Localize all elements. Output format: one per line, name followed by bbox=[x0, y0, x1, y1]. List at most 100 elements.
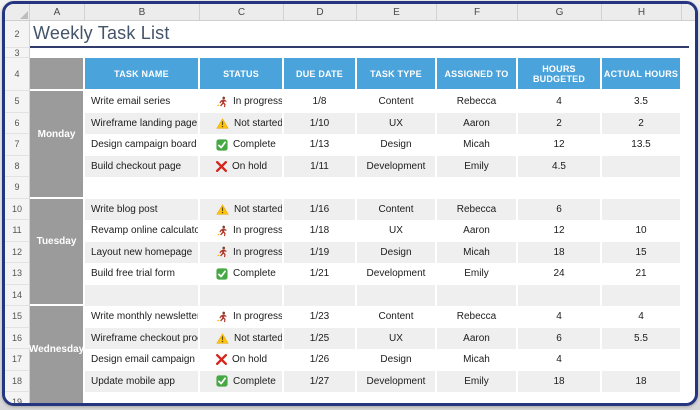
row-number[interactable]: 17 bbox=[5, 349, 30, 371]
actual-hours-cell[interactable]: 4 bbox=[602, 306, 682, 328]
hours-budgeted-cell[interactable]: 6 bbox=[518, 328, 602, 350]
due-date-cell[interactable]: 1/18 bbox=[284, 220, 357, 242]
task-name-cell[interactable]: Build free trial form bbox=[85, 263, 200, 285]
actual-hours-cell[interactable] bbox=[602, 349, 682, 371]
hours-budgeted-cell[interactable]: 18 bbox=[518, 242, 602, 264]
day-group-wednesday[interactable]: Wednesday bbox=[30, 306, 85, 406]
due-date-cell[interactable]: 1/21 bbox=[284, 263, 357, 285]
status-cell[interactable]: In progress bbox=[200, 91, 284, 113]
hours-budgeted-cell[interactable]: 12 bbox=[518, 134, 602, 156]
status-cell[interactable]: Complete bbox=[200, 263, 284, 285]
empty-cell[interactable] bbox=[85, 177, 200, 199]
column-letter[interactable]: E bbox=[357, 4, 437, 20]
empty-cell[interactable] bbox=[200, 392, 284, 406]
day-group-tuesday[interactable]: Tuesday bbox=[30, 199, 85, 305]
table-column-header[interactable]: ACTUAL HOURS bbox=[602, 58, 682, 91]
row-number[interactable]: 11 bbox=[5, 220, 30, 242]
table-column-header[interactable]: TASK TYPE bbox=[357, 58, 437, 91]
hours-budgeted-cell[interactable]: 4 bbox=[518, 91, 602, 113]
task-name-cell[interactable]: Wireframe checkout process bbox=[85, 328, 200, 350]
task-name-cell[interactable]: Write email series bbox=[85, 91, 200, 113]
empty-cell[interactable] bbox=[602, 177, 682, 199]
row-number[interactable]: 18 bbox=[5, 371, 30, 393]
empty-cell[interactable] bbox=[284, 177, 357, 199]
actual-hours-cell[interactable]: 3.5 bbox=[602, 91, 682, 113]
empty-cell[interactable] bbox=[518, 285, 602, 307]
task-type-cell[interactable]: Design bbox=[357, 349, 437, 371]
status-cell[interactable]: On hold bbox=[200, 349, 284, 371]
assigned-to-cell[interactable]: Emily bbox=[437, 263, 518, 285]
actual-hours-cell[interactable]: 13.5 bbox=[602, 134, 682, 156]
assigned-to-cell[interactable]: Rebecca bbox=[437, 306, 518, 328]
hours-budgeted-cell[interactable]: 4 bbox=[518, 349, 602, 371]
empty-cell[interactable] bbox=[518, 392, 602, 406]
empty-cell[interactable] bbox=[284, 392, 357, 406]
task-type-cell[interactable]: Design bbox=[357, 242, 437, 264]
row-number[interactable]: 15 bbox=[5, 306, 30, 328]
hours-budgeted-cell[interactable]: 24 bbox=[518, 263, 602, 285]
actual-hours-cell[interactable]: 2 bbox=[602, 113, 682, 135]
task-type-cell[interactable]: Content bbox=[357, 199, 437, 221]
due-date-cell[interactable]: 1/16 bbox=[284, 199, 357, 221]
row-number[interactable]: 13 bbox=[5, 263, 30, 285]
task-name-cell[interactable]: Build checkout page bbox=[85, 156, 200, 178]
hours-budgeted-cell[interactable]: 18 bbox=[518, 371, 602, 393]
empty-cell[interactable] bbox=[357, 392, 437, 406]
row-number[interactable]: 2 bbox=[5, 21, 30, 48]
table-column-header[interactable]: DUE DATE bbox=[284, 58, 357, 91]
status-cell[interactable]: Not started bbox=[200, 113, 284, 135]
assigned-to-cell[interactable]: Aaron bbox=[437, 113, 518, 135]
due-date-cell[interactable]: 1/11 bbox=[284, 156, 357, 178]
task-name-cell[interactable]: Wireframe landing page bbox=[85, 113, 200, 135]
task-name-cell[interactable]: Design email campaign bbox=[85, 349, 200, 371]
task-name-cell[interactable]: Revamp online calculator bbox=[85, 220, 200, 242]
due-date-cell[interactable]: 1/13 bbox=[284, 134, 357, 156]
assigned-to-cell[interactable]: Emily bbox=[437, 156, 518, 178]
task-type-cell[interactable]: UX bbox=[357, 328, 437, 350]
empty-cell[interactable] bbox=[437, 392, 518, 406]
status-cell[interactable]: Complete bbox=[200, 371, 284, 393]
task-type-cell[interactable]: Development bbox=[357, 156, 437, 178]
empty-cell[interactable] bbox=[602, 392, 682, 406]
due-date-cell[interactable]: 1/10 bbox=[284, 113, 357, 135]
empty-cell[interactable] bbox=[200, 285, 284, 307]
status-cell[interactable]: Not started bbox=[200, 328, 284, 350]
day-group-monday[interactable]: Monday bbox=[30, 91, 85, 197]
table-column-header[interactable]: HOURS BUDGETED bbox=[518, 58, 602, 91]
hours-budgeted-cell[interactable]: 4 bbox=[518, 306, 602, 328]
row-number[interactable]: 19 bbox=[5, 392, 30, 406]
row-number[interactable]: 12 bbox=[5, 242, 30, 264]
due-date-cell[interactable]: 1/8 bbox=[284, 91, 357, 113]
actual-hours-cell[interactable] bbox=[602, 199, 682, 221]
row-number[interactable]: 9 bbox=[5, 177, 30, 199]
column-letter[interactable]: D bbox=[284, 4, 357, 20]
column-letter[interactable]: B bbox=[85, 4, 200, 20]
table-column-header[interactable]: STATUS bbox=[200, 58, 284, 91]
assigned-to-cell[interactable]: Emily bbox=[437, 371, 518, 393]
empty-cell[interactable] bbox=[437, 177, 518, 199]
empty-cell[interactable] bbox=[518, 177, 602, 199]
actual-hours-cell[interactable]: 10 bbox=[602, 220, 682, 242]
status-cell[interactable]: On hold bbox=[200, 156, 284, 178]
day-column-header-cell[interactable] bbox=[30, 58, 85, 91]
empty-cell[interactable] bbox=[284, 285, 357, 307]
empty-cell[interactable] bbox=[85, 285, 200, 307]
task-name-cell[interactable]: Write monthly newsletter bbox=[85, 306, 200, 328]
status-cell[interactable]: In progress bbox=[200, 220, 284, 242]
task-name-cell[interactable]: Update mobile app bbox=[85, 371, 200, 393]
status-cell[interactable]: In progress bbox=[200, 242, 284, 264]
task-name-cell[interactable]: Write blog post bbox=[85, 199, 200, 221]
assigned-to-cell[interactable]: Aaron bbox=[437, 328, 518, 350]
task-name-cell[interactable]: Layout new homepage bbox=[85, 242, 200, 264]
due-date-cell[interactable]: 1/25 bbox=[284, 328, 357, 350]
actual-hours-cell[interactable]: 18 bbox=[602, 371, 682, 393]
empty-cell[interactable] bbox=[200, 177, 284, 199]
empty-cell[interactable] bbox=[437, 285, 518, 307]
hours-budgeted-cell[interactable]: 6 bbox=[518, 199, 602, 221]
empty-cell[interactable] bbox=[602, 285, 682, 307]
row-number[interactable]: 10 bbox=[5, 199, 30, 221]
assigned-to-cell[interactable]: Rebecca bbox=[437, 91, 518, 113]
actual-hours-cell[interactable]: 21 bbox=[602, 263, 682, 285]
empty-cell[interactable] bbox=[85, 392, 200, 406]
assigned-to-cell[interactable]: Micah bbox=[437, 349, 518, 371]
